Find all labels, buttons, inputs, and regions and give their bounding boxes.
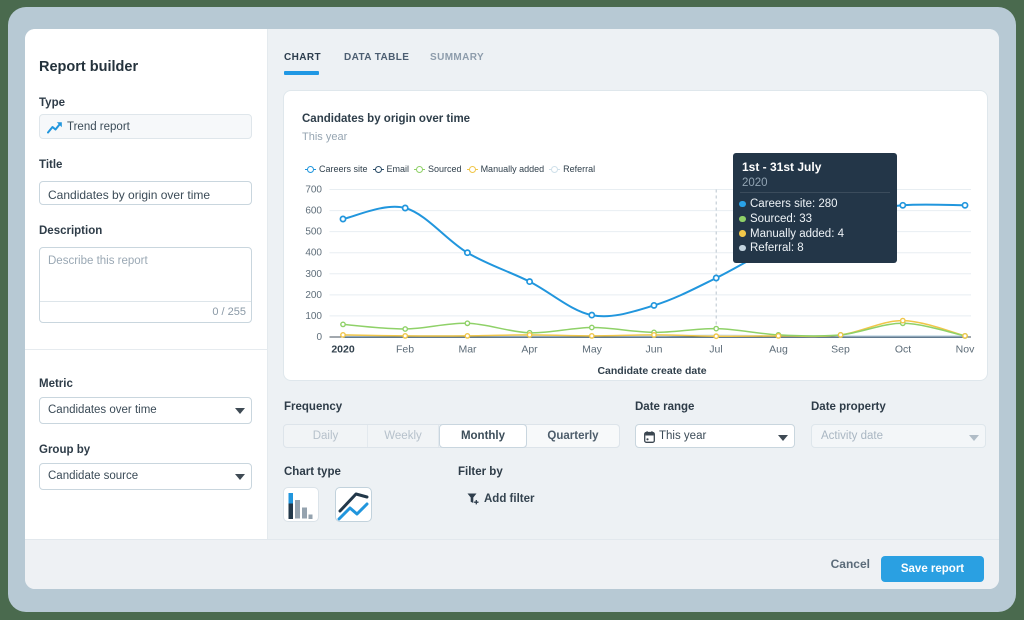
svg-text:May: May <box>582 344 603 356</box>
svg-text:0: 0 <box>316 332 322 343</box>
svg-text:200: 200 <box>305 290 322 301</box>
svg-text:2020: 2020 <box>331 344 355 356</box>
svg-text:600: 600 <box>305 206 322 217</box>
svg-text:Feb: Feb <box>396 344 414 356</box>
svg-text:100: 100 <box>305 311 322 322</box>
svg-text:400: 400 <box>305 248 322 259</box>
svg-text:Jul: Jul <box>709 344 722 356</box>
svg-text:700: 700 <box>305 185 322 196</box>
svg-text:Candidate create date: Candidate create date <box>597 365 706 377</box>
svg-text:300: 300 <box>305 269 322 280</box>
svg-text:Sep: Sep <box>831 344 850 356</box>
svg-text:Oct: Oct <box>895 344 911 356</box>
svg-text:Jun: Jun <box>646 344 663 356</box>
svg-text:Aug: Aug <box>769 344 788 356</box>
svg-text:500: 500 <box>305 227 322 238</box>
svg-text:Mar: Mar <box>458 344 477 356</box>
svg-text:Nov: Nov <box>956 344 975 356</box>
svg-text:Apr: Apr <box>521 344 538 356</box>
